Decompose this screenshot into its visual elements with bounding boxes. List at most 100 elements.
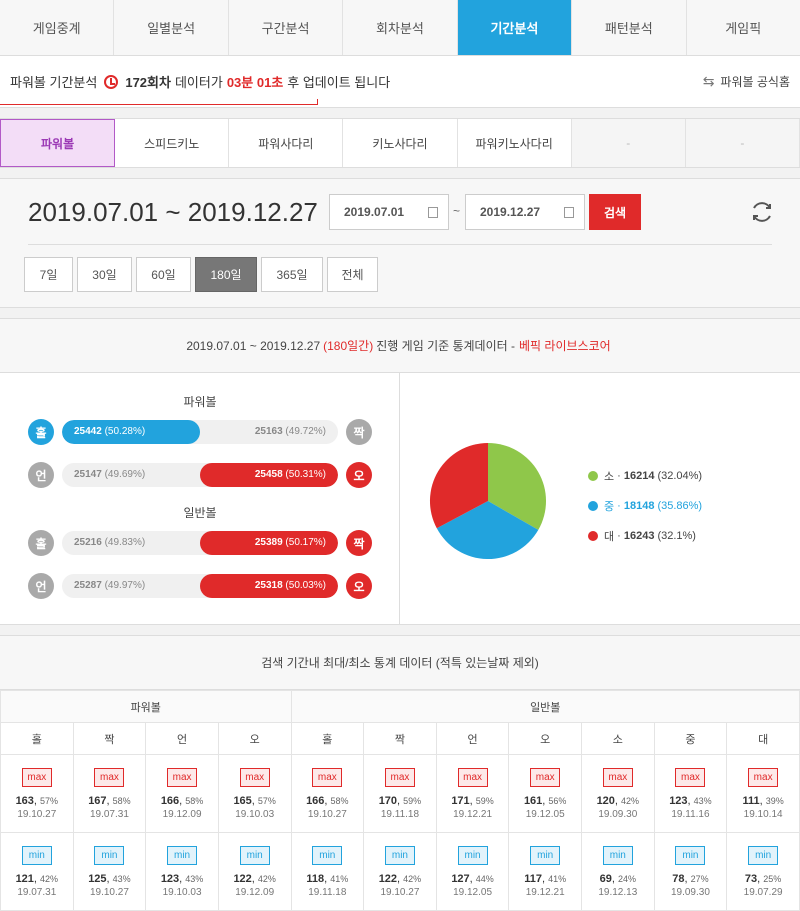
max-cell: max 166, 58% 19.10.27 bbox=[290, 754, 365, 833]
max-date: 19.10.27 bbox=[17, 808, 57, 820]
refresh-icon[interactable] bbox=[749, 199, 775, 225]
left-value: 25147 (49.69%) bbox=[74, 469, 146, 480]
official-home-link[interactable]: ⇆ 파워볼 공식홈 bbox=[703, 73, 790, 90]
stats-source: 베픽 라이브스코어 bbox=[519, 339, 611, 353]
date-separator: ~ bbox=[453, 204, 461, 218]
min-badge: min bbox=[748, 845, 779, 865]
clock-icon bbox=[104, 74, 119, 89]
min-badge: min bbox=[384, 845, 415, 865]
update-notice-text: 파워볼 기간분석 172회차 데이터가 03분 01초 후 업데이트 됩니다 bbox=[10, 72, 390, 91]
min-value: 69, 24% bbox=[599, 872, 636, 885]
max-badge: max bbox=[748, 767, 779, 787]
column-header: 언 bbox=[145, 722, 219, 755]
legend-item-large: 대 · 16243 (32.1%) bbox=[588, 521, 702, 551]
min-value: 73, 25% bbox=[744, 872, 782, 885]
right-value: 25163 (49.72%) bbox=[254, 426, 326, 437]
start-date-field[interactable]: 2019.07.01 bbox=[329, 194, 449, 230]
stat-row: 언 25287 (49.97%) 25318 (50.03%) 오 bbox=[28, 573, 374, 599]
min-badge: min bbox=[239, 845, 270, 865]
max-date: 19.07.31 bbox=[89, 808, 129, 820]
period-buttons: 7일 30일 60일 180일 365일 전체 bbox=[24, 257, 378, 292]
max-value: 167, 58% bbox=[88, 794, 131, 807]
stat-row: 홀 25442 (50.28%) 25163 (49.72%) 짝 bbox=[28, 419, 374, 445]
max-min-title: 검색 기간내 최대/최소 통계 데이터 (적특 있는날짜 제외) bbox=[0, 636, 800, 690]
period-180d-button[interactable]: 180일 bbox=[195, 257, 257, 292]
tab-game-broadcast[interactable]: 게임중계 bbox=[0, 0, 115, 55]
min-date: 19.11.18 bbox=[308, 886, 347, 898]
tab-period-analysis[interactable]: 기간분석 bbox=[457, 0, 573, 55]
calendar-icon bbox=[564, 207, 574, 218]
tab-game-pick[interactable]: 게임픽 bbox=[687, 0, 800, 55]
max-date: 19.10.03 bbox=[235, 808, 275, 820]
period-7d-button[interactable]: 7일 bbox=[24, 257, 73, 292]
tab-section-analysis[interactable]: 구간분석 bbox=[229, 0, 344, 55]
max-cell: max 163, 57% 19.10.27 bbox=[0, 754, 74, 833]
max-date: 19.11.18 bbox=[380, 808, 420, 820]
column-header: 오 bbox=[217, 722, 292, 755]
subtab-power-ladder[interactable]: 파워사다리 bbox=[229, 119, 344, 167]
odd-circle: 홀 bbox=[28, 419, 54, 445]
max-value: 111, 39% bbox=[742, 794, 784, 807]
start-date-value: 2019.07.01 bbox=[344, 205, 405, 219]
max-cell: max 111, 39% 19.10.14 bbox=[726, 754, 800, 833]
right-value: 25318 (50.03%) bbox=[254, 580, 326, 591]
min-date: 19.10.27 bbox=[89, 886, 129, 898]
min-cell: min 69, 24% 19.12.13 bbox=[581, 832, 655, 911]
min-cell: min 73, 25% 19.07.29 bbox=[726, 832, 800, 911]
notice-suffix: 후 업데이트 됩니다 bbox=[287, 75, 391, 90]
subtab-keno-ladder[interactable]: 키노사다리 bbox=[343, 119, 458, 167]
min-badge: min bbox=[167, 845, 198, 865]
subtab-speedkeno[interactable]: 스피드키노 bbox=[115, 119, 230, 167]
tab-pattern-analysis[interactable]: 패턴분석 bbox=[572, 0, 687, 55]
column-header-row: 홀짝언오홀짝언오소중대 bbox=[0, 722, 800, 755]
max-row: max 163, 57% 19.10.27 max 167, 58% 19.07.31 ma… bbox=[0, 754, 800, 833]
max-cell: max 166, 58% 19.12.09 bbox=[145, 754, 219, 833]
tab-round-analysis[interactable]: 회차분석 bbox=[343, 0, 458, 55]
period-60d-button[interactable]: 60일 bbox=[136, 257, 191, 292]
divider bbox=[28, 244, 772, 245]
max-value: 170, 59% bbox=[378, 794, 422, 807]
right-value: 25458 (50.31%) bbox=[254, 469, 326, 480]
min-badge: min bbox=[675, 845, 706, 865]
min-row: min 121, 42% 19.07.31 min 125, 43% 19.10.27 mi… bbox=[0, 832, 800, 911]
period-all-button[interactable]: 전체 bbox=[327, 257, 378, 292]
home-link-label: 파워볼 공식홈 bbox=[720, 75, 790, 89]
column-header: 홀 bbox=[0, 722, 74, 755]
end-date-field[interactable]: 2019.12.27 bbox=[465, 194, 585, 230]
ratio-bar: 25442 (50.28%) 25163 (49.72%) bbox=[62, 420, 338, 444]
normalball-section-title: 일반볼 bbox=[183, 506, 217, 520]
max-badge: max bbox=[94, 767, 125, 787]
under-circle: 언 bbox=[28, 462, 54, 488]
odd-even-stats: 파워볼 홀 25442 (50.28%) 25163 (49.72%) 짝 언 … bbox=[0, 373, 400, 624]
max-cell: max 165, 57% 19.10.03 bbox=[217, 754, 292, 833]
column-header: 오 bbox=[508, 722, 582, 755]
max-date: 19.10.27 bbox=[307, 808, 347, 820]
min-date: 19.07.29 bbox=[743, 886, 783, 898]
top-nav: 게임중계 일별분석 구간분석 회차분석 기간분석 패턴분석 게임픽 bbox=[0, 0, 800, 56]
group-normalball: 일반볼 bbox=[290, 690, 800, 723]
period-30d-button[interactable]: 30일 bbox=[77, 257, 132, 292]
over-circle: 오 bbox=[346, 462, 372, 488]
min-badge: min bbox=[312, 845, 343, 865]
stats-panel: 2019.07.01 ~ 2019.12.27 (180일간) 진행 게임 기준… bbox=[0, 318, 800, 625]
subtab-powerball[interactable]: 파워볼 bbox=[0, 119, 116, 167]
stats-mid: 진행 게임 기준 통계데이터 - bbox=[376, 339, 516, 353]
group-powerball: 파워볼 bbox=[0, 690, 292, 723]
min-cell: min 118, 41% 19.11.18 bbox=[290, 832, 365, 911]
max-value: 166, 58% bbox=[160, 794, 204, 807]
min-badge: min bbox=[21, 845, 52, 865]
legend-item-small: 소 · 16214 (32.04%) bbox=[588, 461, 702, 491]
ratio-bar: 25287 (49.97%) 25318 (50.03%) bbox=[62, 574, 338, 598]
stats-days: (180일간) bbox=[323, 339, 374, 353]
max-badge: max bbox=[457, 767, 488, 787]
legend-item-medium: 중 · 18148 (35.86%) bbox=[588, 491, 702, 521]
tab-daily-analysis[interactable]: 일별분석 bbox=[114, 0, 229, 55]
column-header: 대 bbox=[726, 722, 800, 755]
max-date: 19.12.21 bbox=[453, 808, 493, 820]
min-value: 122, 42% bbox=[233, 872, 276, 885]
period-365d-button[interactable]: 365일 bbox=[261, 257, 323, 292]
column-header: 중 bbox=[653, 722, 728, 755]
min-badge: min bbox=[457, 845, 488, 865]
search-button[interactable]: 검색 bbox=[589, 194, 641, 230]
subtab-power-keno-ladder[interactable]: 파워키노사다리 bbox=[458, 119, 572, 167]
